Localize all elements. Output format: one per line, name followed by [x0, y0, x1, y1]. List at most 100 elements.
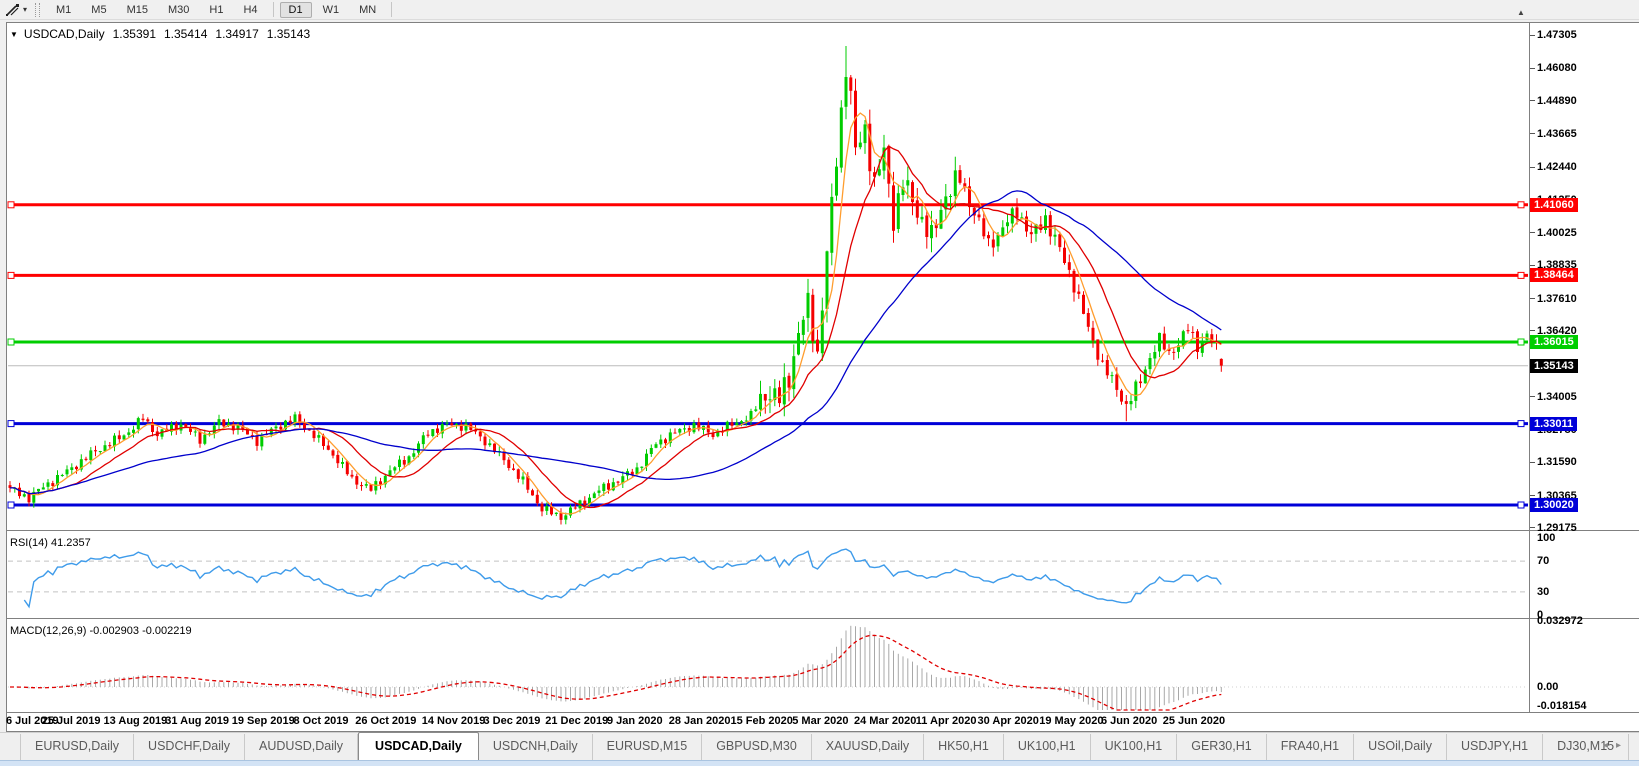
tab-nav-left-icon: ◂ [1603, 740, 1616, 751]
timeframe-buttons: M1M5M15M30H1H4 D1W1MN [46, 2, 397, 18]
hline-right-handle[interactable] [1518, 272, 1524, 278]
date-tick-label: 3 Dec 2019 [484, 715, 541, 727]
time-axis-divider [6, 712, 1639, 713]
toolbar-separator [273, 2, 274, 17]
macd-pane-separator[interactable] [6, 618, 1639, 619]
timeframe-toolbar: ▾ M1M5M15M30H1H4 D1W1MN ▲ [0, 0, 1639, 20]
chart-tab-audusd-daily[interactable]: AUDUSD,Daily [245, 734, 358, 760]
timeframe-button-M5[interactable]: M5 [82, 2, 115, 18]
chart-tab-usdjpy-h1[interactable]: USDJPY,H1 [1447, 734, 1543, 760]
chart-tab-usdcad-daily[interactable]: USDCAD,Daily [358, 732, 479, 761]
chart-tab-hk50-h1[interactable]: HK50,H1 [924, 734, 1004, 760]
macd-signal-line [10, 635, 1221, 710]
price-tick-label: 1.37610 [1537, 292, 1632, 306]
price-tick-label: 1.31590 [1537, 455, 1632, 469]
hline-price-badge: 1.33011 [1530, 417, 1577, 431]
hline-price-badge: 1.36015 [1530, 335, 1578, 349]
tab-nav-arrows[interactable]: ◂▸ [1603, 740, 1629, 751]
hline-left-handle[interactable] [8, 339, 14, 345]
timeframe-button-H1[interactable]: H1 [200, 2, 232, 18]
hline-price-badge: 1.30020 [1530, 498, 1578, 512]
chart-tab-gbpusd-m30[interactable]: GBPUSD,M30 [702, 734, 812, 760]
macd-main-value: -0.002903 [89, 625, 139, 637]
rsi-indicator-pane[interactable] [0, 532, 1529, 618]
price-tick-label: 1.44890 [1537, 94, 1632, 108]
date-tick-label: 9 Jan 2020 [607, 715, 663, 727]
price-tick-mark [1530, 232, 1535, 233]
rsi-pane-separator[interactable] [6, 530, 1639, 531]
macd-label: MACD(12,26,9) -0.002903 -0.002219 [10, 625, 192, 637]
hline-right-handle[interactable] [1518, 202, 1524, 208]
price-tick-mark [1530, 35, 1535, 36]
timeframe-button-W1[interactable]: W1 [314, 2, 349, 18]
price-tick-label: 1.34005 [1537, 390, 1632, 404]
chart-tab-usoil-daily[interactable]: USOil,Daily [1354, 734, 1447, 760]
chart-tab-eurusd-m15[interactable]: EURUSD,M15 [593, 734, 703, 760]
chart-tab-usdchf-daily[interactable]: USDCHF,Daily [134, 734, 245, 760]
date-tick-label: 6 Jun 2020 [1101, 715, 1157, 727]
current-price-badge: 1.35143 [1530, 359, 1578, 373]
toolbar-grip[interactable] [35, 3, 40, 17]
chart-tab-ger30-h1[interactable]: GER30,H1 [1177, 734, 1266, 760]
macd-signal-value: -0.002219 [142, 625, 192, 637]
hline-price-badge: 1.38464 [1530, 268, 1578, 282]
hline-left-handle[interactable] [8, 502, 14, 508]
price-tick-mark [1530, 462, 1535, 463]
timeframe-button-D1[interactable]: D1 [280, 2, 312, 18]
chart-tab-uk100-h1[interactable]: UK100,H1 [1004, 734, 1091, 760]
timeframe-button-H4[interactable]: H4 [234, 2, 266, 18]
candlestick-chart[interactable] [0, 23, 1529, 530]
price-tick-mark [1530, 527, 1535, 528]
price-tick-label: 1.43665 [1537, 127, 1632, 141]
date-tick-label: 26 Oct 2019 [355, 715, 416, 727]
timeframe-button-MN[interactable]: MN [350, 2, 385, 18]
date-tick-label: 28 Jan 2020 [669, 715, 731, 727]
mt4-window: ▾ M1M5M15M30H1H4D1W1MN ▲ ▼ USDCAD,Daily … [0, 0, 1639, 766]
macd-indicator-pane[interactable] [0, 620, 1529, 712]
price-tick-mark [1530, 68, 1535, 69]
rsi-value: 41.2357 [51, 537, 91, 549]
date-tick-label: 8 Oct 2019 [294, 715, 349, 727]
macd-axis-label: 0.00 [1537, 680, 1632, 694]
hline-left-handle[interactable] [8, 421, 14, 427]
tab-nav-right-icon: ▸ [1616, 740, 1629, 751]
hline-right-handle[interactable] [1518, 502, 1524, 508]
date-tick-label: 19 May 2020 [1039, 715, 1103, 727]
axis-scroll-up-icon: ▲ [1517, 8, 1525, 17]
price-tick-label: 1.47305 [1537, 28, 1632, 42]
timeframe-button-M15[interactable]: M15 [118, 2, 157, 18]
date-tick-label: 11 Apr 2020 [916, 715, 977, 727]
date-tick-label: 25 Jun 2020 [1163, 715, 1225, 727]
cursor-tool-icon[interactable] [5, 3, 21, 17]
chart-tab-usdcnh-daily[interactable]: USDCNH,Daily [479, 734, 593, 760]
date-tick-label: 5 Mar 2020 [792, 715, 848, 727]
hline-right-handle[interactable] [1518, 339, 1524, 345]
date-tick-label: 31 Aug 2019 [165, 715, 229, 727]
price-tick-mark [1530, 100, 1535, 101]
date-tick-label: 30 Apr 2020 [978, 715, 1039, 727]
chart-tab-uk100-h1[interactable]: UK100,H1 [1091, 734, 1178, 760]
chart-tab-bar: EURUSD,DailyUSDCHF,DailyAUDUSD,DailyUSDC… [0, 732, 1639, 760]
hline-right-handle[interactable] [1518, 421, 1524, 427]
hline-price-badge: 1.41060 [1530, 198, 1578, 212]
timeframe-button-M1[interactable]: M1 [47, 2, 80, 18]
macd-axis-label: -0.018154 [1537, 699, 1632, 713]
hline-left-handle[interactable] [8, 272, 14, 278]
hline-left-handle[interactable] [8, 202, 14, 208]
chart-tab-xauusd-daily[interactable]: XAUUSD,Daily [812, 734, 924, 760]
date-tick-label: 15 Feb 2020 [731, 715, 793, 727]
price-tick-mark [1530, 167, 1535, 168]
date-tick-label: 14 Nov 2019 [422, 715, 486, 727]
timeframe-button-M30[interactable]: M30 [159, 2, 198, 18]
chart-tab-eurusd-daily[interactable]: EURUSD,Daily [20, 734, 134, 760]
date-tick-label: 24 Mar 2020 [854, 715, 916, 727]
status-strip [0, 760, 1639, 766]
tool-dropdown-caret-icon[interactable]: ▾ [23, 5, 27, 14]
price-tick-label: 1.40025 [1537, 226, 1632, 240]
price-tick-label: 1.42440 [1537, 160, 1632, 174]
price-tick-label: 1.46080 [1537, 61, 1632, 75]
chart-tab-fra40-h1[interactable]: FRA40,H1 [1267, 734, 1354, 760]
rsi-label: RSI(14) 41.2357 [10, 537, 91, 549]
price-tick-mark [1530, 133, 1535, 134]
date-tick-label: 21 Dec 2019 [545, 715, 608, 727]
